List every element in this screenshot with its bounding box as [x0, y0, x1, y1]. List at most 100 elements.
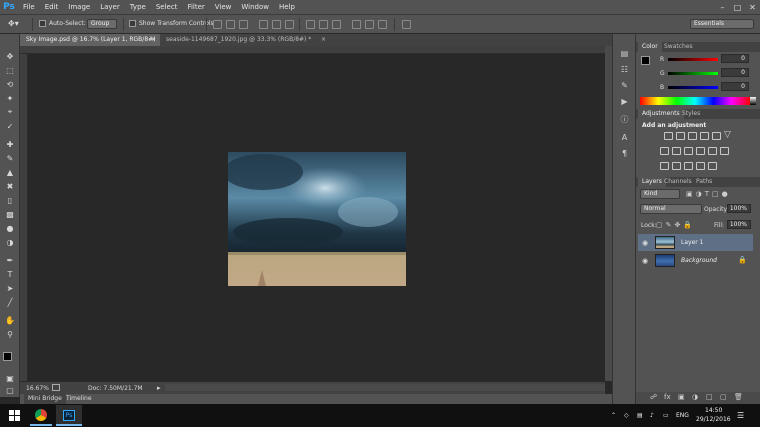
zoom-level[interactable]: 16.67% — [26, 385, 49, 392]
gradient-map-triangle-icon[interactable]: ▽ — [724, 130, 731, 140]
layer-style-icon[interactable]: fx — [664, 393, 671, 401]
hand-tool-icon[interactable]: ✋ — [4, 314, 16, 326]
align-bottom-icon[interactable] — [239, 20, 248, 29]
new-group-icon[interactable]: □ — [706, 393, 713, 401]
photoshop-taskbar-button[interactable]: Ps — [56, 405, 82, 426]
photo-filter-icon[interactable] — [696, 147, 705, 155]
posterize-icon[interactable] — [672, 162, 681, 170]
hue-saturation-icon[interactable] — [660, 147, 669, 155]
levels-icon[interactable] — [676, 132, 685, 140]
marquee-tool-icon[interactable]: ⬚ — [4, 64, 16, 76]
properties-panel-icon[interactable]: ☷ — [619, 64, 630, 75]
tab-styles[interactable]: Styles — [678, 109, 704, 119]
channel-mixer-icon[interactable] — [708, 147, 717, 155]
tab-color[interactable]: Color — [638, 42, 662, 52]
action-center-icon[interactable]: ☰ — [737, 411, 744, 420]
distribute-left-icon[interactable] — [352, 20, 361, 29]
close-icon[interactable]: ✕ — [745, 0, 760, 15]
b-value-field[interactable]: 0 — [721, 82, 749, 91]
r-value-field[interactable]: 0 — [721, 54, 749, 63]
lasso-tool-icon[interactable]: ⟲ — [4, 78, 16, 90]
curves-icon[interactable] — [688, 132, 697, 140]
blend-mode-dropdown[interactable]: Normal — [640, 204, 702, 214]
vibrance-icon[interactable] — [712, 132, 721, 140]
distribute-top-icon[interactable] — [306, 20, 315, 29]
r-slider[interactable] — [668, 58, 718, 61]
delete-layer-icon[interactable]: 🗑 — [734, 393, 743, 401]
vertical-scrollbar[interactable] — [605, 46, 612, 381]
clock-date[interactable]: 29/12/2016 — [696, 416, 731, 423]
layer-row-layer-1[interactable]: ◉ Layer 1 — [638, 234, 753, 251]
menu-layer[interactable]: Layer — [95, 0, 125, 15]
zoom-tool-icon[interactable]: ⚲ — [4, 328, 16, 340]
add-mask-icon[interactable]: ▣ — [678, 393, 685, 401]
menu-filter[interactable]: Filter — [182, 0, 209, 15]
distribute-right-icon[interactable] — [378, 20, 387, 29]
brush-tool-icon[interactable]: ✎ — [4, 152, 16, 164]
chrome-taskbar-button[interactable] — [30, 405, 52, 426]
path-select-tool-icon[interactable]: ➤ — [4, 282, 16, 294]
eraser-tool-icon[interactable]: ▯ — [4, 194, 16, 206]
blur-tool-icon[interactable]: ● — [4, 222, 16, 234]
color-spectrum-bar[interactable] — [640, 97, 750, 105]
dodge-tool-icon[interactable]: ◑ — [4, 236, 16, 248]
gradient-tool-icon[interactable]: ▩ — [4, 208, 16, 220]
close-tab-icon[interactable]: × — [151, 34, 156, 46]
tab-mini-bridge[interactable]: Mini Bridge — [24, 394, 66, 404]
show-transform-checkbox[interactable] — [129, 20, 136, 27]
black-white-ramp[interactable] — [750, 97, 756, 105]
align-left-icon[interactable] — [259, 20, 268, 29]
menu-view[interactable]: View — [210, 0, 237, 15]
windows-start-icon[interactable] — [9, 410, 20, 421]
threshold-icon[interactable] — [684, 162, 693, 170]
show-hidden-icons-icon[interactable]: ⌃ — [611, 412, 616, 419]
lock-icons[interactable]: ▢✎✥🔒 — [656, 221, 695, 229]
type-tool-icon[interactable]: T — [4, 268, 16, 280]
opacity-field[interactable]: 100% — [727, 204, 751, 213]
power-icon[interactable]: ▭ — [663, 412, 669, 419]
close-tab-icon[interactable]: × — [321, 34, 326, 46]
distribute-bottom-icon[interactable] — [332, 20, 341, 29]
actions-panel-icon[interactable]: ▶ — [619, 96, 630, 107]
tab-seaside[interactable]: seaside-1149687_1920.jpg @ 33.3% (RGB/8#… — [160, 34, 330, 46]
shape-tool-icon[interactable]: ╱ — [4, 296, 16, 308]
history-brush-tool-icon[interactable]: ✖ — [4, 180, 16, 192]
quick-select-tool-icon[interactable]: ✦ — [4, 92, 16, 104]
fill-field[interactable]: 100% — [727, 220, 751, 229]
move-tool-icon[interactable]: ✥ — [4, 50, 16, 62]
tab-sky-image[interactable]: Sky Image.psd @ 16.7% (Layer 1, RGB/8#) … — [20, 34, 160, 46]
menu-help[interactable]: Help — [274, 0, 300, 15]
screen-mode-icon[interactable]: ▢ — [4, 384, 16, 396]
paragraph-panel-icon[interactable]: ¶ — [619, 148, 630, 159]
exposure-icon[interactable] — [700, 132, 709, 140]
history-panel-icon[interactable]: ▤ — [619, 48, 630, 59]
minimize-icon[interactable]: – — [715, 0, 730, 15]
crop-tool-icon[interactable]: ⌖ — [4, 106, 16, 118]
tab-timeline[interactable]: Timeline — [62, 394, 96, 404]
tab-swatches[interactable]: Swatches — [660, 42, 697, 52]
workspace-dropdown[interactable]: Essentials — [690, 19, 754, 29]
align-right-icon[interactable] — [285, 20, 294, 29]
menu-type[interactable]: Type — [125, 0, 151, 15]
align-top-icon[interactable] — [213, 20, 222, 29]
maximize-icon[interactable]: □ — [730, 0, 745, 15]
healing-brush-tool-icon[interactable]: ✚ — [4, 138, 16, 150]
language-indicator[interactable]: ENG — [676, 412, 689, 419]
notification-icon[interactable]: ◇ — [624, 412, 629, 419]
clone-stamp-tool-icon[interactable]: ▲ — [4, 166, 16, 178]
b-slider[interactable] — [668, 86, 718, 89]
distribute-hcenter-icon[interactable] — [365, 20, 374, 29]
brightness-contrast-icon[interactable] — [664, 132, 673, 140]
auto-align-layers-icon[interactable] — [402, 20, 411, 29]
menu-select[interactable]: Select — [151, 0, 183, 15]
tab-adjustments[interactable]: Adjustments — [638, 109, 684, 119]
selective-color-icon[interactable] — [708, 162, 717, 170]
info-panel-icon[interactable]: ⓘ — [619, 114, 630, 125]
volume-icon[interactable]: ♪ — [650, 412, 654, 419]
pen-tool-icon[interactable]: ✒ — [4, 254, 16, 266]
status-menu-arrow-icon[interactable]: ▸ — [157, 384, 161, 392]
auto-select-checkbox[interactable] — [39, 20, 46, 27]
color-lookup-icon[interactable] — [720, 147, 729, 155]
invert-icon[interactable] — [660, 162, 669, 170]
distribute-vcenter-icon[interactable] — [319, 20, 328, 29]
